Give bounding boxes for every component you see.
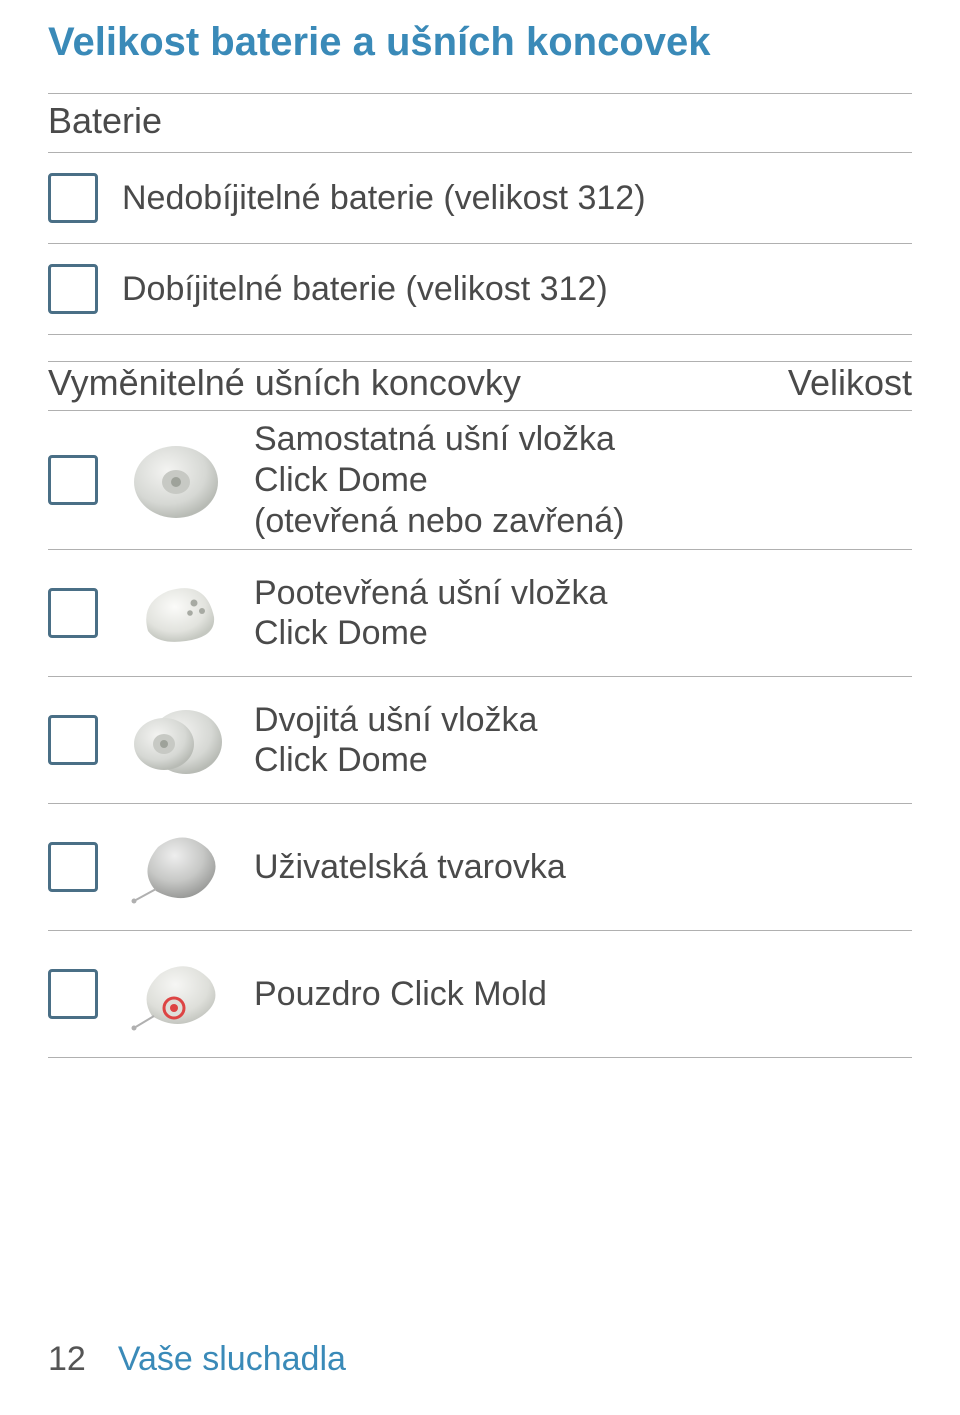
click-mold-icon [122,944,230,1044]
eartip-row: Samostatná ušní vložkaClick Dome(otevřen… [48,411,912,549]
eartip-label: Samostatná ušní vložkaClick Dome(otevřen… [254,419,912,541]
battery-row: Dobíjitelné baterie (velikost 312) [48,244,912,334]
page-footer: 12 Vaše sluchadla [48,1340,346,1379]
eartips-size-heading: Velikost [788,362,912,404]
eartip-row: Dvojitá ušní vložkaClick Dome [48,677,912,803]
dome-vented-icon [122,563,230,663]
eartip-row: Pootevřená ušní vložkaClick Dome [48,550,912,676]
checkbox[interactable] [48,969,98,1019]
page-number: 12 [48,1340,86,1379]
eartip-row: Pouzdro Click Mold [48,931,912,1057]
checkbox[interactable] [48,715,98,765]
battery-item-label: Dobíjitelné baterie (velikost 312) [122,269,912,310]
checkbox[interactable] [48,455,98,505]
footer-section: Vaše sluchadla [118,1340,346,1379]
eartip-label: Dvojitá ušní vložkaClick Dome [254,700,912,782]
custom-mold-icon [122,817,230,917]
eartips-heading: Vyměnitelné ušních koncovky [48,362,521,404]
battery-heading: Baterie [48,100,912,142]
dome-single-icon [122,430,230,530]
checkbox[interactable] [48,173,98,223]
battery-row: Nedobíjitelné baterie (velikost 312) [48,153,912,243]
eartip-label: Uživatelská tvarovka [254,847,912,888]
battery-item-label: Nedobíjitelné baterie (velikost 312) [122,178,912,219]
page-title: Velikost baterie a ušních koncovek [48,20,912,65]
checkbox[interactable] [48,588,98,638]
checkbox[interactable] [48,842,98,892]
eartip-row: Uživatelská tvarovka [48,804,912,930]
dome-double-icon [122,690,230,790]
eartip-label: Pouzdro Click Mold [254,974,912,1015]
checkbox[interactable] [48,264,98,314]
eartip-label: Pootevřená ušní vložkaClick Dome [254,573,912,655]
